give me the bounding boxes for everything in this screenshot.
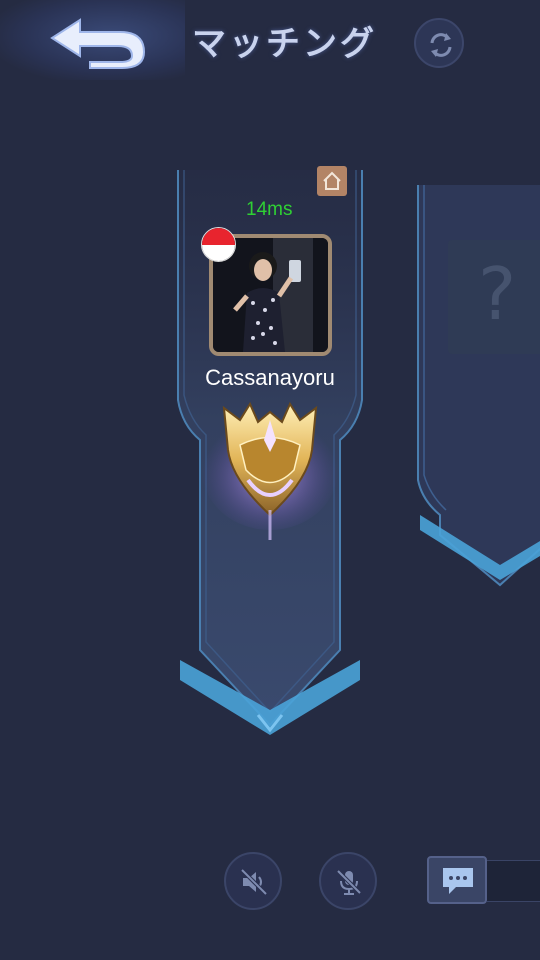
indonesia-flag-icon [201,227,236,262]
refresh-button[interactable] [414,18,464,68]
unknown-player-placeholder: ? [448,240,540,354]
back-arrow-icon [50,18,146,69]
refresh-icon [430,33,452,57]
back-button[interactable] [0,0,185,80]
player-name: Cassanayoru [205,365,335,390]
page-title: マッチング [192,24,377,64]
home-icon [323,171,341,190]
chat-icon [443,868,473,894]
top-bar: マッチング [0,0,540,80]
chat-button[interactable] [427,856,487,904]
speaker-toggle-button[interactable] [224,852,282,910]
question-mark: ? [478,252,517,336]
chat-input-bar[interactable] [487,860,540,902]
gold-rank-emblem-icon [200,390,340,554]
home-badge [317,166,347,196]
mic-muted-icon [336,869,362,895]
ping-text: 14ms [246,199,293,220]
speaker-muted-icon [240,868,268,896]
mic-toggle-button[interactable] [319,852,377,910]
